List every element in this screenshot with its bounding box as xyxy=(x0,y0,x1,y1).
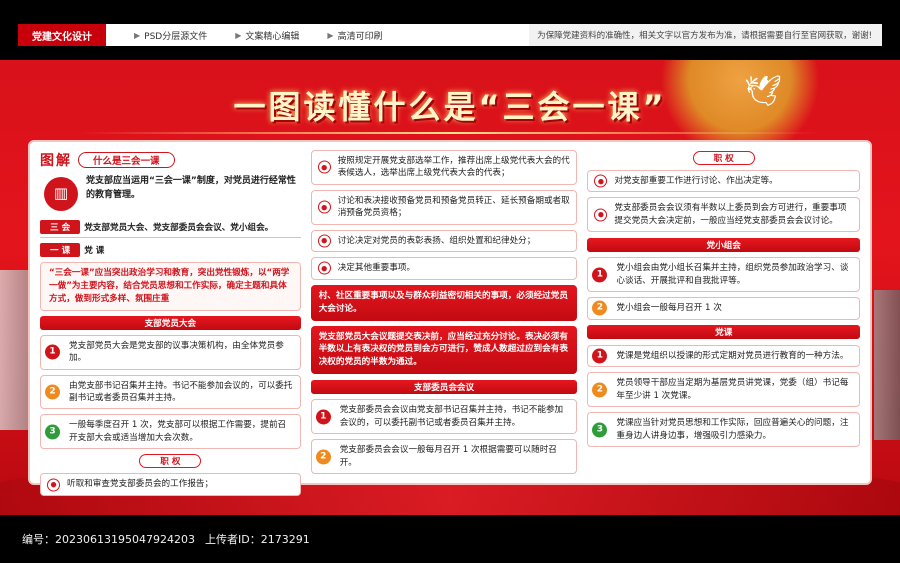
list-item: ● 讨论和表决接收预备党员和预备党员转正、延长预备期或者取消预备党员资格； xyxy=(310,189,578,225)
sanhui-row: 三 会 党支部党员大会、党支部委员会会议、党小组会。 xyxy=(40,220,301,238)
list-item: 1 党支部党员大会是党支部的议事决策机构，由全体党员参加。 xyxy=(40,334,301,370)
uploader-label: 上传者ID： xyxy=(204,533,261,546)
list-item: 3 党课应当针对党员思想和工作实际，回应普遍关心的问题，注重身边人讲身边事，增强吸… xyxy=(587,412,861,447)
course-description: “三会一课”应当突出政治学习和教育，突出党性锻炼，以“两学一做”为主要内容，结合… xyxy=(40,262,301,311)
footer-info: 编号： 20230613195047924203 上传者ID： 2173291 xyxy=(0,515,900,563)
list-item: 1 党小组会由党小组长召集并主持，组织党员参加政治学习、谈心谈话、开展批评和自我批… xyxy=(587,257,861,293)
section-party-lesson: 党课 xyxy=(587,325,861,340)
monument-left xyxy=(0,270,28,430)
list-item: ● 听取和审查党支部委员会的工作报告； xyxy=(40,473,301,496)
triangle-icon: ▶ xyxy=(134,30,141,40)
uploader-value: 2173291 xyxy=(260,532,310,546)
sanhui-tag: 三 会 xyxy=(40,220,81,234)
list-item: ● 决定其他重要事项。 xyxy=(310,257,578,280)
person-icon: ● xyxy=(594,208,608,222)
sanhui-text: 党支部党员大会、党支部委员会会议、党小组会。 xyxy=(84,223,274,233)
poster: 🕊 一图读懂什么是“三会一课” 图解 什么是三会一课 ▥ 党支部应当运用“三会一… xyxy=(0,60,900,515)
yike-tag: 一 课 xyxy=(40,243,81,257)
poster-title: 一图读懂什么是“三会一课” xyxy=(233,88,667,126)
section-duty: 职 权 xyxy=(587,150,860,165)
person-icon: ● xyxy=(317,200,331,214)
feature-psd: ▶ PSD分层源文件 xyxy=(134,30,208,42)
list-item: 2 党支部委员会会议一般每月召开 1 次根据需要可以随时召开。 xyxy=(310,439,578,474)
section-party-group: 党小组会 xyxy=(587,237,861,252)
statue-right xyxy=(874,290,900,440)
id-value: 20230613195047924203 xyxy=(55,532,195,546)
section-members-meeting: 支部党员大会 xyxy=(40,315,301,330)
intro-text: 党支部应当运用“三会一课”制度，对党员进行经常性的教育管理。 xyxy=(86,176,296,200)
content-board: 图解 什么是三会一课 ▥ 党支部应当运用“三会一课”制度，对党员进行经常性的教育… xyxy=(28,140,872,496)
list-item: ● 党支部委员会会议须有半数以上委员到会方可进行，重要事项提交党员大会决定前，一般… xyxy=(587,197,861,233)
red-note-village: 村、社区重要事项以及与群众利益密切相关的事项，必须经过党员大会讨论。 xyxy=(310,284,578,321)
book-icon: ▥ xyxy=(44,177,78,211)
title-underline xyxy=(80,132,820,134)
person-icon: ● xyxy=(317,160,331,174)
heading-pill: 什么是三会一课 xyxy=(78,152,175,168)
person-icon: ● xyxy=(47,478,60,492)
list-item: 2 由党支部书记召集并主持。书记不能参加会议的，可以委托副书记或者委员召集并主持。 xyxy=(40,374,301,410)
red-note-vote: 党支部党员大会议题提交表决前，应当经过充分讨论。表决必须有半数以上有表决权的党员… xyxy=(310,325,578,375)
section-committee: 支部委员会会议 xyxy=(310,379,578,394)
list-item: 1 党课是党组织以授课的形式定期对党员进行教育的一种方法。 xyxy=(587,344,861,368)
top-banner: 党建文化设计 ▶ PSD分层源文件 ▶ 文案精心编辑 ▶ 高清可印刷 为保障党建资料的… xyxy=(18,24,882,46)
list-item: 1 党支部委员会会议由党支部书记召集并主持，书记不能参加会议的，可以委托副书记或者… xyxy=(310,399,578,435)
column-left: 图解 什么是三会一课 ▥ 党支部应当运用“三会一课”制度，对党员进行经常性的教育… xyxy=(40,150,301,496)
triangle-icon: ▶ xyxy=(235,30,242,40)
feature-print: ▶ 高清可印刷 xyxy=(327,30,383,42)
diagram-heading: 图解 xyxy=(40,153,72,169)
list-item: ● 对党支部重要工作进行讨论、作出决定等。 xyxy=(587,170,861,193)
list-item: ● 讨论决定对党员的表彰表扬、组织处置和纪律处分； xyxy=(310,229,578,253)
diagram-header: 图解 什么是三会一课 xyxy=(40,150,301,170)
yike-row: 一 课 党 课 xyxy=(40,243,301,257)
list-item: 3 一般每季度召开 1 次，党支部可以根据工作需要，提前召开支部大会或适当增加大会… xyxy=(40,414,301,450)
disclaimer-note: 为保障党建资料的准确性，相关文字以官方发布为准，请根据需要自行至官网获取，谢谢! xyxy=(529,24,882,46)
column-middle: ● 按照规定开展党支部选举工作，推荐出席上级党代表大会的代表候选人，选举出席上级党… xyxy=(310,150,578,475)
triangle-icon: ▶ xyxy=(327,30,334,40)
person-icon: ● xyxy=(594,174,608,188)
yike-text: 党 课 xyxy=(84,246,105,256)
person-icon: ● xyxy=(317,234,331,248)
brand-label: 党建文化设计 xyxy=(18,24,106,46)
list-item: 2 党小组会一般每月召开 1 次 xyxy=(587,297,861,320)
section-duty: 职 权 xyxy=(40,454,301,469)
feature-edit: ▶ 文案精心编辑 xyxy=(235,30,300,42)
list-item: ● 按照规定开展党支部选举工作，推荐出席上级党代表大会的代表候选人，选举出席上级党… xyxy=(310,150,578,185)
page: 党建文化设计 ▶ PSD分层源文件 ▶ 文案精心编辑 ▶ 高清可印刷 为保障党建资料的… xyxy=(0,0,900,563)
id-label: 编号： xyxy=(22,533,55,546)
intro-block: ▥ 党支部应当运用“三会一课”制度，对党员进行经常性的教育管理。 xyxy=(40,175,301,215)
list-item: 2 党员领导干部应当定期为基层党员讲党课，党委（组）书记每年至少讲 1 次党课。 xyxy=(587,372,861,408)
column-right: 职 权 ● 对党支部重要工作进行讨论、作出决定等。 ● 党支部委员会会议须有半数以上… xyxy=(587,150,861,475)
person-icon: ● xyxy=(317,261,331,275)
